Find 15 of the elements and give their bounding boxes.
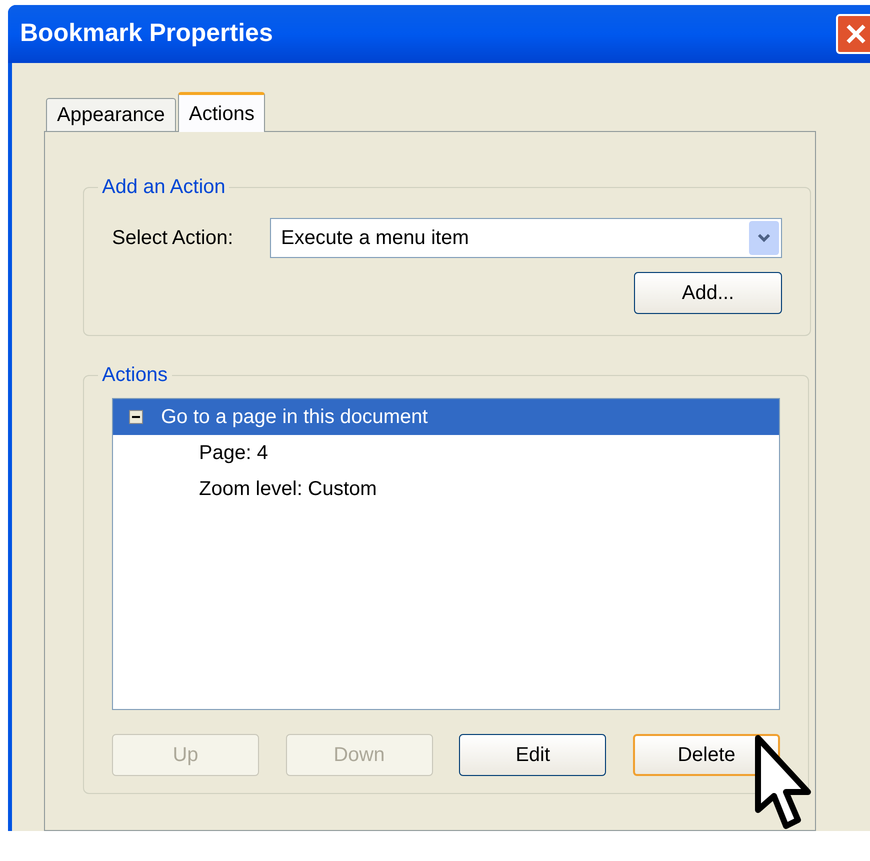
group-label: Actions xyxy=(101,363,169,388)
close-icon xyxy=(844,22,868,46)
window-title: Bookmark Properties xyxy=(20,18,273,50)
action-button[interactable]: Edit xyxy=(459,734,606,776)
tab[interactable]: Actions xyxy=(178,92,266,132)
collapse-icon[interactable] xyxy=(129,410,143,424)
action-row[interactable]: Go to a page in this document xyxy=(113,399,779,435)
tab[interactable]: Appearance xyxy=(46,98,176,131)
select-label: Select Action: xyxy=(112,226,234,251)
close-button[interactable] xyxy=(836,14,870,54)
action-dropdown[interactable]: Execute a menu item xyxy=(270,218,782,258)
action-row[interactable]: Zoom level: Custom xyxy=(113,471,779,507)
action-row[interactable]: Page: 4 xyxy=(113,435,779,471)
group-label: Add an Action xyxy=(101,175,226,200)
add-button[interactable]: Add... xyxy=(634,272,782,314)
